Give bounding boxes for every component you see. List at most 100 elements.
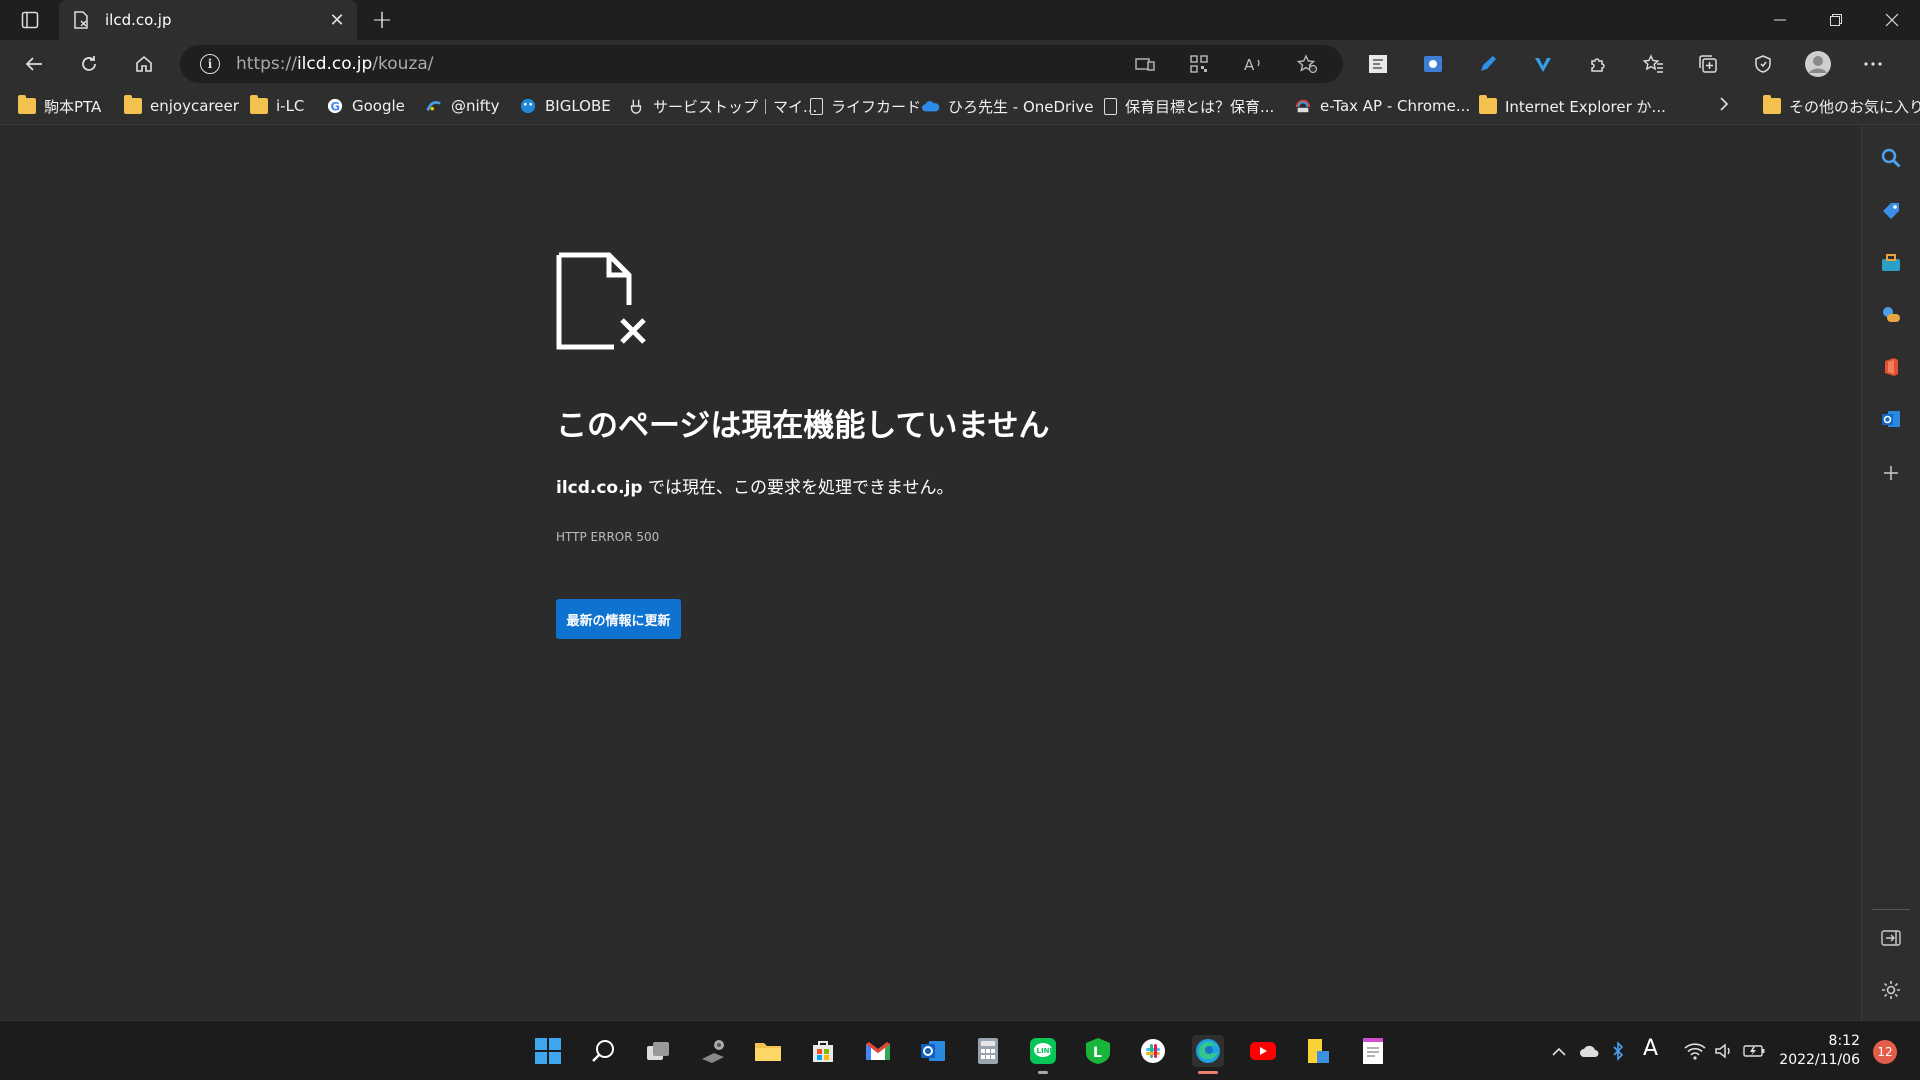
read-aloud-icon[interactable]: A — [1237, 48, 1269, 80]
pc-settings-icon — [702, 1040, 724, 1063]
sidebar-tools-icon[interactable] — [1877, 249, 1905, 277]
tab-close-button[interactable]: ✕ — [323, 6, 351, 34]
taskbar-store[interactable] — [807, 1035, 839, 1067]
taskbar-app-settings-tool[interactable] — [697, 1035, 729, 1067]
bookmark-item[interactable]: i-LC — [250, 94, 304, 118]
app-available-icon[interactable] — [1129, 48, 1161, 80]
other-favorites-folder[interactable]: その他のお気に入り — [1763, 94, 1920, 118]
favorites-bar: 駒本PTA enjoycareer i-LC G Google @nifty B… — [0, 88, 1920, 125]
task-view-button[interactable] — [642, 1035, 674, 1067]
profile-avatar-icon[interactable] — [1802, 48, 1834, 80]
notification-badge[interactable]: 12 — [1873, 1040, 1897, 1064]
taskbar-slack[interactable] — [1137, 1035, 1169, 1067]
extension-translate-icon[interactable] — [1362, 48, 1394, 80]
show-hidden-icons-button[interactable] — [1551, 1039, 1567, 1063]
taskbar-sticky-notes[interactable] — [1302, 1035, 1334, 1067]
minimize-button[interactable] — [1752, 0, 1808, 40]
add-favorite-icon[interactable] — [1291, 48, 1323, 80]
bookmark-label: enjoycareer — [150, 97, 239, 115]
sidebar-office-icon[interactable] — [1877, 353, 1905, 381]
home-button[interactable] — [126, 48, 162, 80]
taskbar-gmail[interactable] — [862, 1035, 894, 1067]
taskbar-outlook[interactable] — [917, 1035, 949, 1067]
error-code: HTTP ERROR 500 — [556, 530, 660, 544]
taskbar-youtube[interactable] — [1247, 1035, 1279, 1067]
clock-time: 8:12 — [1828, 1033, 1860, 1049]
windows-taskbar: LINE L A 8:12 2022/11/06 12 — [0, 1020, 1920, 1080]
taskbar-search-button[interactable] — [587, 1035, 619, 1067]
bookmark-item[interactable]: 駒本PTA — [18, 94, 101, 118]
qr-code-icon[interactable] — [1183, 48, 1215, 80]
taskbar-edge[interactable] — [1192, 1035, 1224, 1067]
bookmark-item[interactable]: @nifty — [425, 94, 499, 118]
line-icon: LINE — [1030, 1038, 1056, 1064]
bookmark-item[interactable]: サービストップ｜マイ... — [627, 94, 817, 118]
svg-text:A: A — [1244, 56, 1255, 73]
reload-button[interactable]: 最新の情報に更新 — [556, 599, 681, 639]
refresh-button[interactable] — [71, 48, 107, 80]
bookmark-item[interactable]: 保育目標とは？保育... — [1104, 94, 1274, 118]
close-window-button[interactable] — [1864, 0, 1920, 40]
bluetooth-tray-icon[interactable] — [1612, 1039, 1624, 1063]
sidebar-search-icon[interactable] — [1877, 144, 1905, 172]
extension-blue-tool-icon[interactable] — [1417, 48, 1449, 80]
settings-more-icon[interactable] — [1857, 48, 1889, 80]
error-description: ilcd.co.jp では現在、この要求を処理できません。 — [556, 473, 953, 498]
volume-tray-icon[interactable] — [1714, 1039, 1734, 1063]
sidebar-shopping-icon[interactable] — [1877, 197, 1905, 225]
address-bar[interactable]: i https://ilcd.co.jp/kouza/ A — [180, 45, 1343, 83]
battery-tray-icon[interactable] — [1743, 1039, 1767, 1063]
windows-start-icon — [535, 1038, 561, 1064]
bookmark-item[interactable]: enjoycareer — [124, 94, 239, 118]
collections-icon[interactable] — [1692, 48, 1724, 80]
edge-active-indicator — [1198, 1071, 1218, 1074]
browser-essentials-icon[interactable] — [1747, 48, 1779, 80]
system-clock[interactable]: 8:12 2022/11/06 — [1778, 1032, 1860, 1070]
bookmark-item[interactable]: e-Tax AP - Chrome... — [1294, 94, 1470, 118]
active-tab[interactable]: ilcd.co.jp ✕ — [59, 0, 357, 40]
outlook-icon — [921, 1041, 945, 1061]
url-text[interactable]: https://ilcd.co.jp/kouza/ — [236, 54, 434, 74]
folder-icon — [250, 95, 268, 114]
sidebar-settings-icon[interactable] — [1877, 976, 1905, 1004]
ime-mode-indicator[interactable]: A — [1643, 1036, 1658, 1061]
back-arrow-icon — [25, 57, 42, 71]
sidebar-divider — [1872, 909, 1910, 910]
sidebar-hide-icon[interactable] — [1877, 924, 1905, 952]
restore-button[interactable] — [1808, 0, 1864, 40]
line-works-icon: L — [1086, 1038, 1110, 1064]
extension-pen-icon[interactable] — [1472, 48, 1504, 80]
more-favorites-chevron-icon[interactable] — [1718, 96, 1730, 117]
taskbar-calculator[interactable] — [972, 1035, 1004, 1067]
address-bar-actions: A — [1129, 45, 1323, 83]
taskbar-line[interactable]: LINE — [1027, 1035, 1059, 1067]
start-button[interactable] — [532, 1035, 564, 1067]
bookmark-item[interactable]: ひろ先生 - OneDrive — [922, 94, 1093, 118]
sidebar-outlook-icon[interactable] — [1877, 405, 1905, 433]
battery-charging-icon — [1743, 1045, 1765, 1057]
extensions-puzzle-icon[interactable] — [1582, 48, 1614, 80]
sidebar-games-icon[interactable] — [1877, 301, 1905, 329]
store-icon — [813, 1041, 833, 1062]
taskbar-notepad[interactable] — [1357, 1035, 1389, 1067]
taskbar-file-explorer[interactable] — [752, 1035, 784, 1067]
favorites-icon[interactable] — [1637, 48, 1669, 80]
wifi-tray-icon[interactable] — [1684, 1039, 1706, 1063]
cloud-icon — [1580, 1045, 1599, 1057]
onedrive-tray-icon[interactable] — [1579, 1039, 1601, 1063]
bookmark-item[interactable]: BIGLOBE — [519, 94, 611, 118]
url-scheme: https:// — [236, 54, 297, 74]
error-title: このページは現在機能していません — [556, 408, 1050, 444]
bookmark-item[interactable]: G Google — [326, 94, 405, 118]
bookmark-item[interactable]: Internet Explorer か... — [1479, 94, 1666, 118]
sidebar-add-icon[interactable] — [1877, 459, 1905, 487]
site-info-icon[interactable]: i — [200, 54, 220, 74]
bookmark-item[interactable]: ライフカード — [810, 94, 921, 118]
extension-v-icon[interactable] — [1527, 48, 1559, 80]
new-tab-button[interactable]: + — [366, 4, 398, 36]
browser-toolbar: i https://ilcd.co.jp/kouza/ A — [0, 40, 1920, 88]
clock-date: 2022/11/06 — [1779, 1052, 1860, 1068]
back-button[interactable] — [16, 48, 52, 80]
tab-actions-button[interactable] — [14, 6, 46, 34]
taskbar-line-works[interactable]: L — [1082, 1035, 1114, 1067]
